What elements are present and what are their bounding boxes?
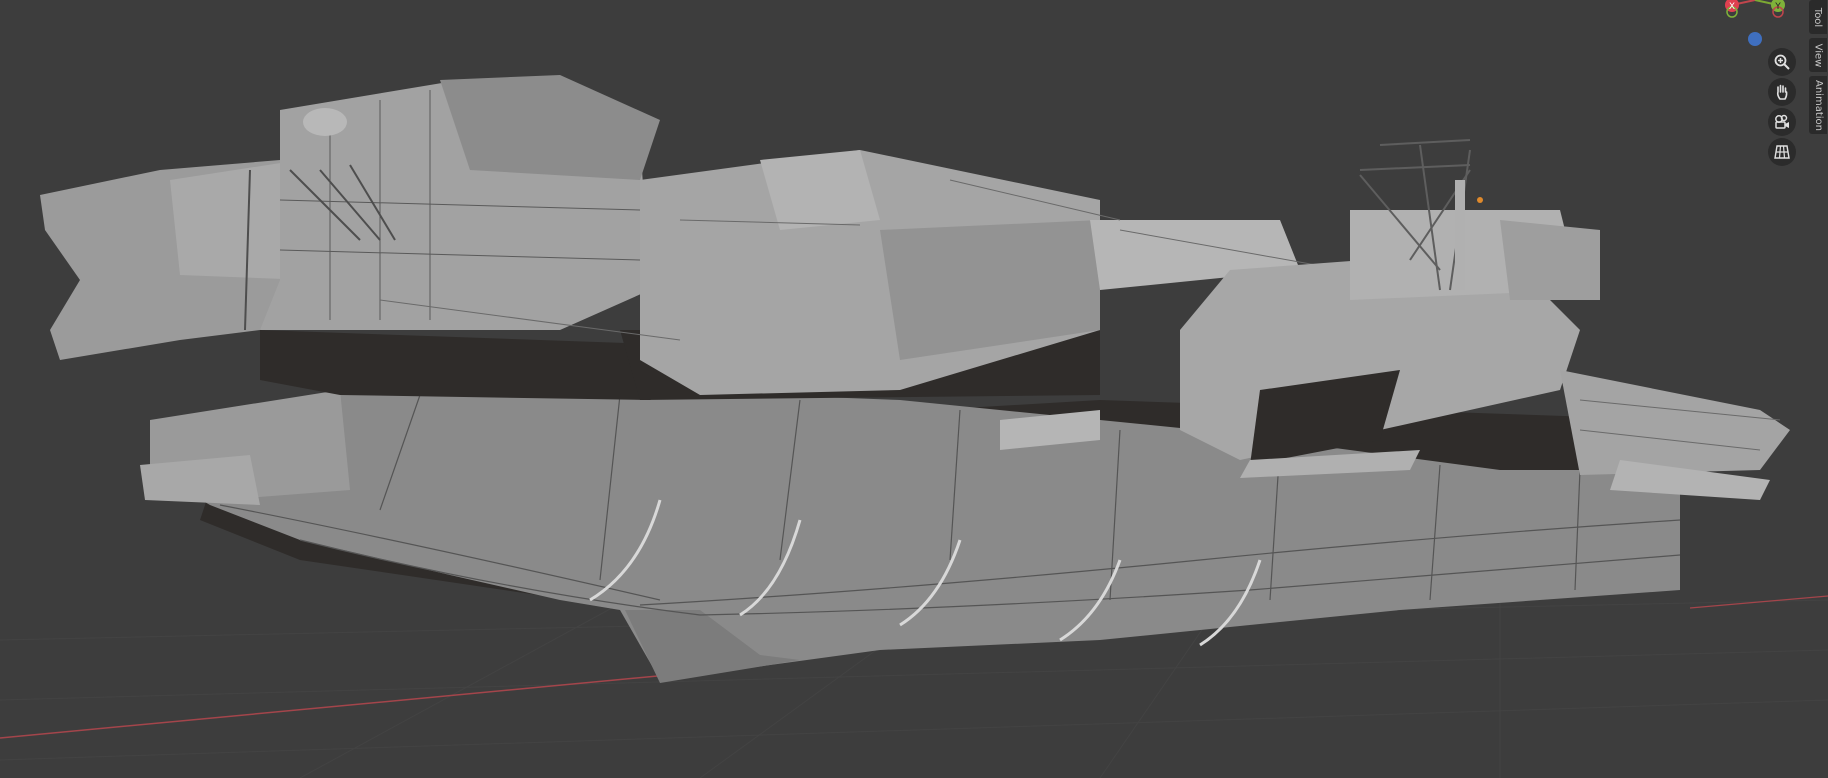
- gizmo-y-label: Y: [1774, 2, 1781, 12]
- hand-icon: [1776, 84, 1788, 100]
- ortho-toggle-button[interactable]: [1768, 138, 1796, 166]
- camera-view-button[interactable]: [1768, 108, 1796, 136]
- zoom-icon: [1774, 54, 1790, 70]
- gizmo-z-icon[interactable]: [1748, 32, 1762, 46]
- tab-tool[interactable]: Tool: [1809, 0, 1827, 34]
- bow-sponsons: [1560, 370, 1790, 475]
- navigation-gizmo[interactable]: X Y: [1710, 0, 1800, 50]
- radar-dome: [303, 108, 347, 136]
- tab-animation[interactable]: Animation: [1809, 76, 1827, 134]
- gizmo-x-label: X: [1729, 2, 1735, 12]
- x-axis-line: [0, 671, 701, 739]
- carrier-model[interactable]: [0, 0, 1828, 778]
- tab-view-label: View: [1812, 43, 1824, 67]
- 3d-viewport[interactable]: X Y Tool View Animation: [0, 0, 1828, 778]
- sidebar-tabs: Tool View Animation: [1808, 0, 1828, 140]
- zoom-button[interactable]: [1768, 48, 1796, 76]
- tab-animation-label: Animation: [1812, 79, 1824, 131]
- light: [1477, 197, 1483, 203]
- tab-view[interactable]: View: [1809, 38, 1827, 72]
- grid-icon: [1774, 145, 1790, 159]
- tab-tool-label: Tool: [1812, 7, 1824, 27]
- pan-button[interactable]: [1768, 78, 1796, 106]
- camera-icon: [1775, 114, 1789, 129]
